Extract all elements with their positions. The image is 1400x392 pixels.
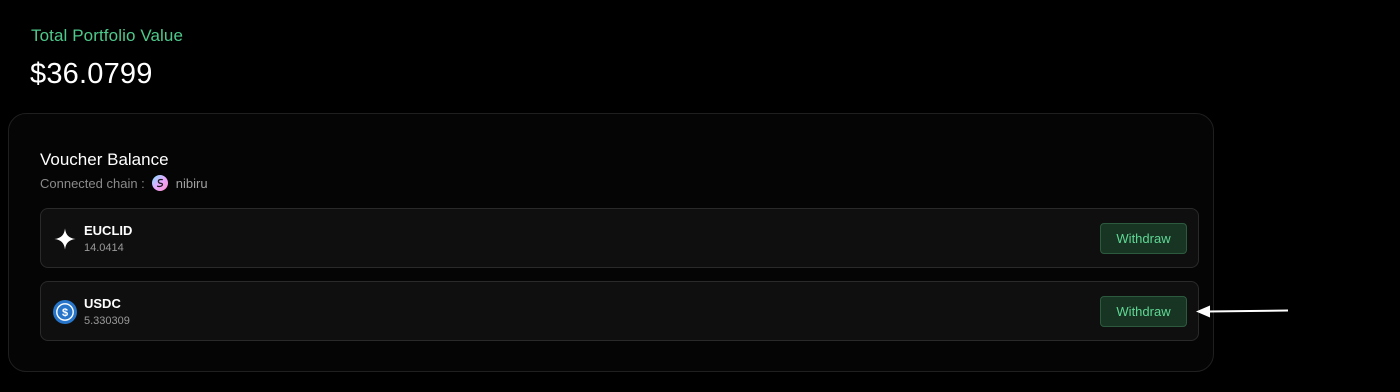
withdraw-button-euclid[interactable]: Withdraw xyxy=(1100,223,1187,254)
svg-text:$: $ xyxy=(62,307,68,319)
connected-chain-row: Connected chain : nibiru xyxy=(40,174,208,192)
portfolio-value-label: Total Portfolio Value xyxy=(31,26,184,45)
voucher-balance-card: Voucher Balance Connected chain : nibiru xyxy=(8,113,1214,372)
arrow-left-icon xyxy=(1196,305,1289,318)
token-row-euclid: EUCLID 14.0414 Withdraw xyxy=(40,208,1199,268)
token-amount: 14.0414 xyxy=(84,242,124,254)
token-symbol: USDC xyxy=(84,296,121,311)
token-amount: 5.330309 xyxy=(84,315,130,327)
token-row-usdc: $ USDC 5.330309 Withdraw xyxy=(40,281,1199,341)
usdc-coin-icon: $ xyxy=(53,300,77,324)
euclid-sparkle-icon xyxy=(53,227,77,251)
connected-chain-name: nibiru xyxy=(175,175,208,191)
nibiru-logo-icon xyxy=(151,175,168,191)
portfolio-value: $36.0799 xyxy=(30,58,153,90)
connected-chain-label: Connected chain : xyxy=(40,175,145,191)
token-symbol: EUCLID xyxy=(84,223,133,238)
withdraw-button-usdc[interactable]: Withdraw xyxy=(1100,296,1187,327)
voucher-balance-title: Voucher Balance xyxy=(40,150,169,169)
